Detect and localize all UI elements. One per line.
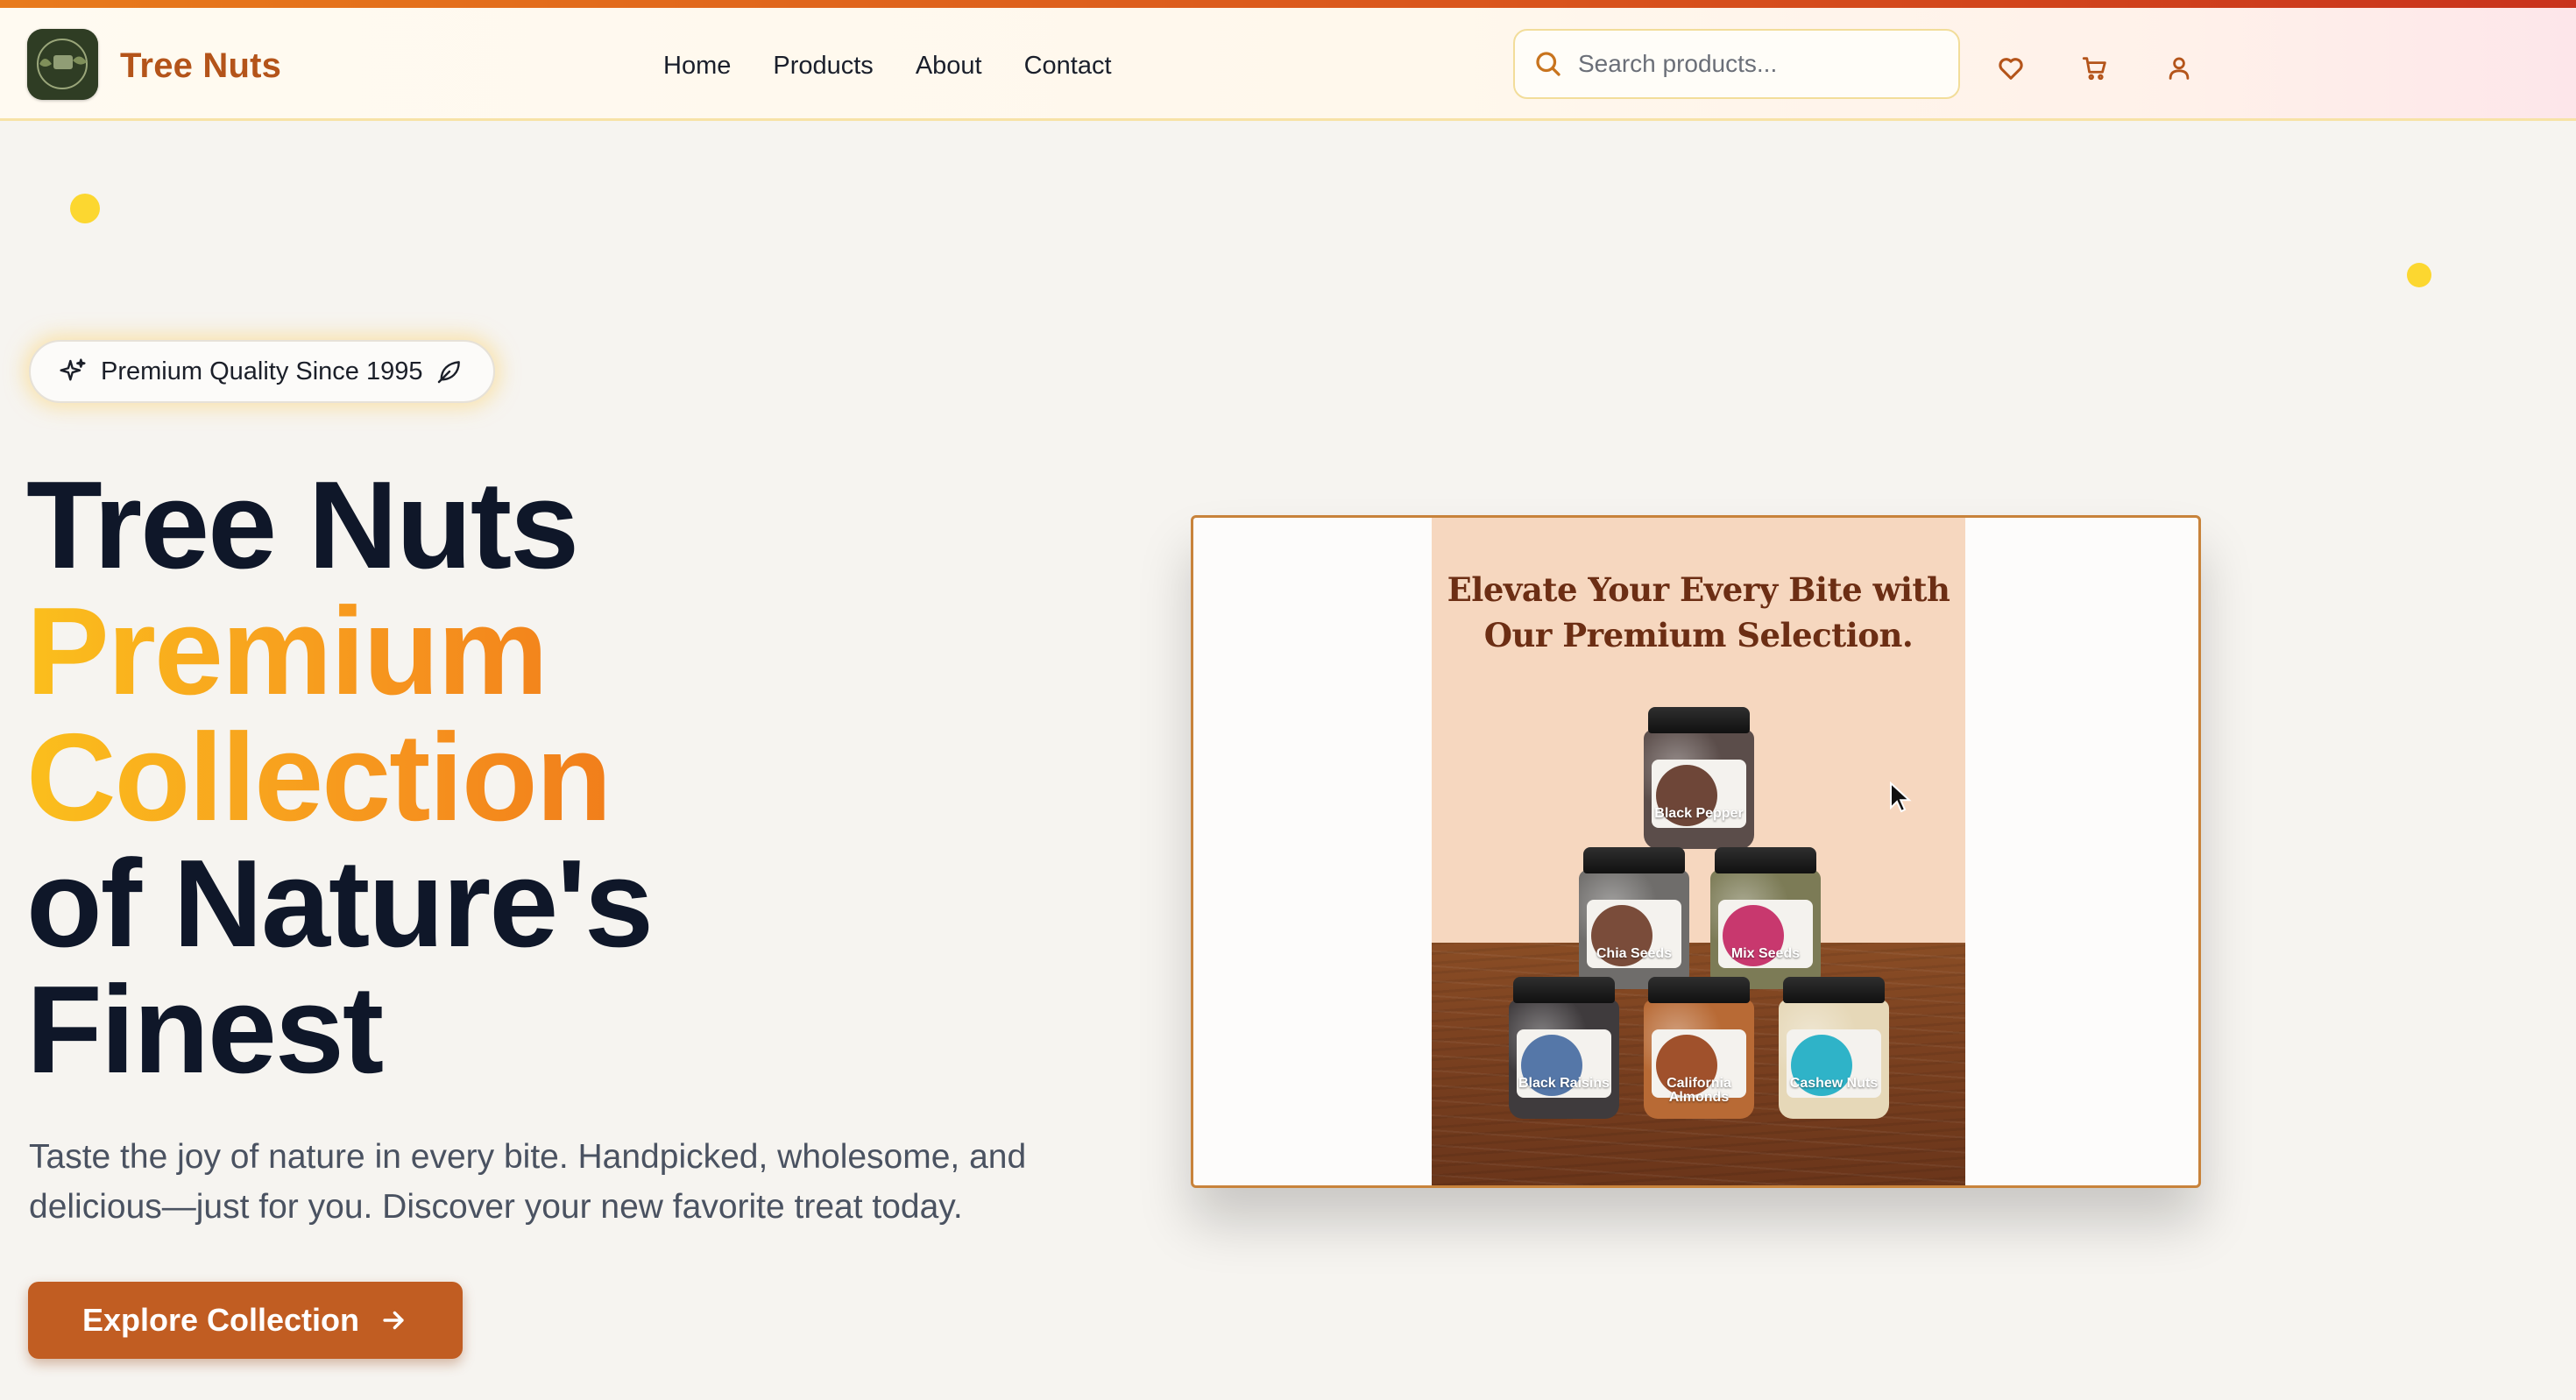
nav-contact[interactable]: Contact <box>1024 52 1112 81</box>
mouse-pointer-icon <box>1890 781 1912 813</box>
badge-text: Premium Quality Since 1995 <box>101 357 423 385</box>
site-header: Tree Nuts Home Products About Contact <box>0 8 2576 121</box>
arrow-right-icon <box>383 1311 404 1330</box>
jar-black-pepper: Black Pepper <box>1644 707 1754 849</box>
jar-label: Mix Seeds <box>1730 946 1801 961</box>
leaf-icon <box>437 361 460 384</box>
headline-line-1: Tree Nuts <box>26 456 579 595</box>
top-accent-bar <box>0 0 2576 8</box>
main-nav: Home Products About Contact <box>663 52 1154 81</box>
headline-line-3: Collection <box>26 715 652 841</box>
search-box <box>1513 29 1960 99</box>
nav-about[interactable]: About <box>916 52 982 81</box>
headline-line-2: Premium <box>26 589 652 715</box>
sparkles-icon <box>60 358 86 381</box>
headline-line-4: of Nature's <box>26 834 654 973</box>
jar-label: Black Raisins <box>1518 1076 1610 1091</box>
nav-products[interactable]: Products <box>773 52 873 81</box>
jar-mix-seeds: Mix Seeds <box>1710 847 1821 989</box>
cart-icon[interactable] <box>2080 53 2110 83</box>
headline-line-5: Finest <box>26 960 384 1099</box>
jar-chia-seeds: Chia Seeds <box>1579 847 1689 989</box>
decorative-dot <box>2407 263 2431 287</box>
promo-title-line-2: Our Premium Selection. <box>1483 616 1914 654</box>
jar-california-almonds: California Almonds <box>1644 977 1754 1119</box>
search-icon <box>1536 52 1560 76</box>
brand-name[interactable]: Tree Nuts <box>120 46 281 86</box>
explore-collection-button[interactable]: Explore Collection <box>28 1282 463 1359</box>
jar-cashew-nuts: Cashew Nuts <box>1779 977 1889 1119</box>
decorative-dot <box>70 194 100 223</box>
jar-black-raisins: Black Raisins <box>1509 977 1619 1119</box>
hero-image-frame: Elevate Your Every Bite with Our Premium… <box>1191 515 2201 1188</box>
heart-icon[interactable] <box>1996 53 2026 83</box>
jar-label: California Almonds <box>1667 1076 1731 1105</box>
search-input[interactable] <box>1576 49 1948 79</box>
quality-badge: Premium Quality Since 1995 <box>29 340 495 403</box>
promo-title-line-1: Elevate Your Every Bite with <box>1447 570 1950 609</box>
nav-home[interactable]: Home <box>663 52 731 81</box>
hero-headline: Tree Nuts Premium Collection of Nature's… <box>26 456 654 1099</box>
jar-label: Black Pepper <box>1654 806 1744 821</box>
promo-title: Elevate Your Every Bite with Our Premium… <box>1432 567 1965 658</box>
user-icon[interactable] <box>2164 53 2194 83</box>
jar-label: Chia Seeds <box>1596 946 1673 961</box>
hero-subtext: Taste the joy of nature in every bite. H… <box>29 1138 1027 1226</box>
jar-label: Cashew Nuts <box>1789 1076 1879 1091</box>
cta-label: Explore Collection <box>81 1302 360 1338</box>
logo-image[interactable] <box>27 29 98 100</box>
promo-banner: Elevate Your Every Bite with Our Premium… <box>1432 518 1965 1185</box>
